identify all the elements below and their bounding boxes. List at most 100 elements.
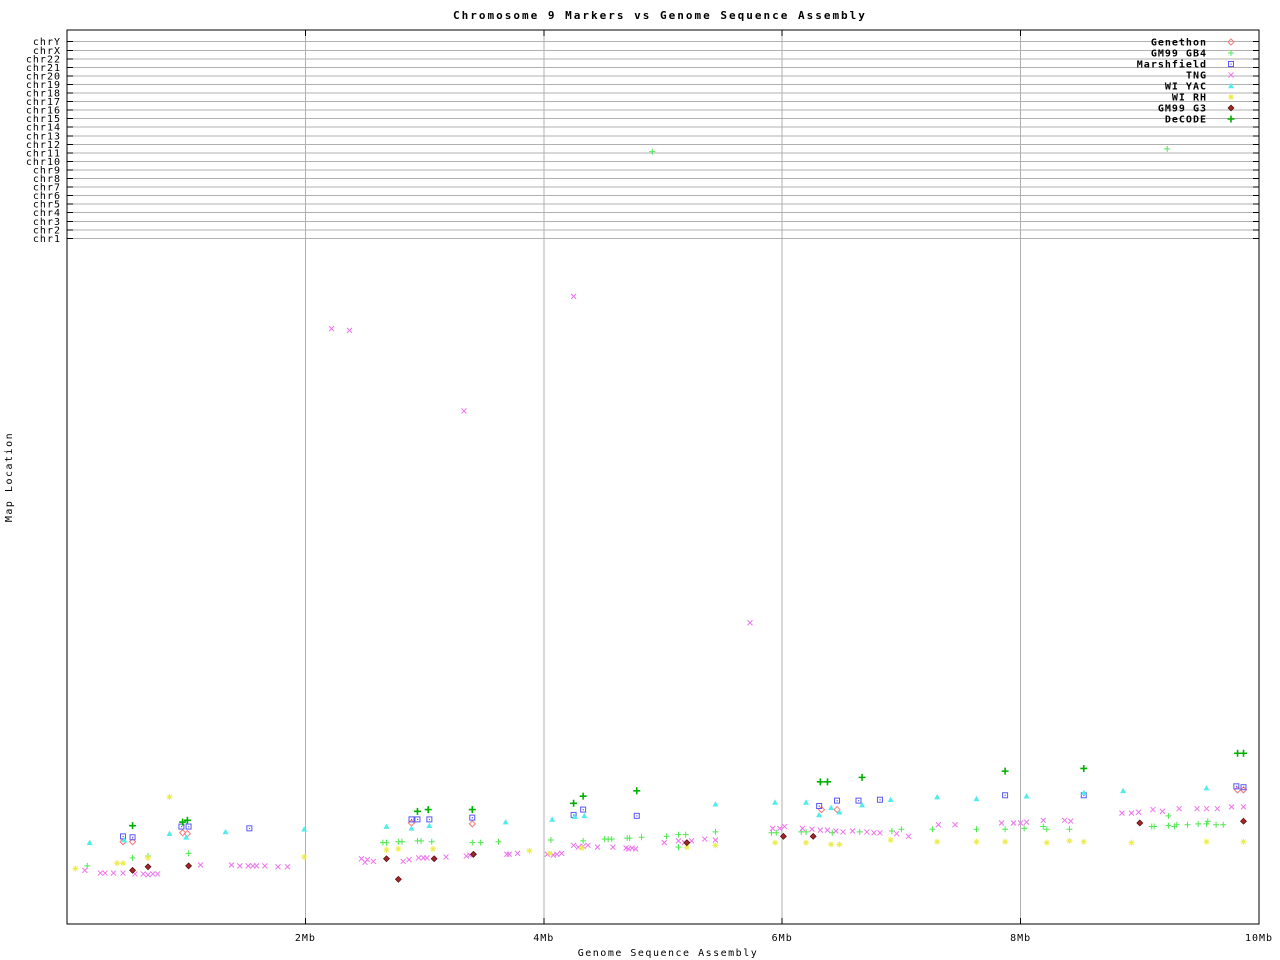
marker-x [253, 863, 260, 869]
marker-x [328, 325, 335, 332]
marker-x [140, 871, 147, 877]
series-gm99-gb4 [84, 145, 1227, 869]
marker-x [1135, 809, 1142, 816]
marker-x [629, 845, 635, 851]
marker-plus [477, 839, 484, 846]
marker-x [877, 829, 883, 836]
marker-x [747, 619, 753, 626]
marker-x [514, 850, 521, 857]
marker-x [400, 858, 406, 865]
marker-plus-bold [1227, 115, 1235, 123]
marker-x [245, 863, 252, 869]
marker-triangle [86, 839, 93, 845]
marker-x [632, 846, 639, 852]
marker-plus [649, 148, 656, 155]
marker-x [262, 863, 268, 869]
marker-plus [428, 838, 435, 845]
marker-filled-diamond [683, 839, 691, 847]
marker-asterisk [526, 847, 533, 854]
marker-x [776, 825, 783, 832]
marker-asterisk [803, 839, 810, 846]
marker-asterisk [887, 836, 894, 843]
x-tick-label: 6Mb [772, 933, 793, 944]
marker-x [1128, 810, 1135, 816]
marker-x [781, 823, 788, 830]
marker-x [1010, 820, 1017, 826]
marker-filled-diamond [129, 866, 136, 874]
marker-x [675, 838, 682, 844]
marker-triangle [712, 801, 719, 807]
marker-asterisk [429, 845, 436, 852]
marker-triangle [803, 799, 810, 805]
marker-plus [856, 828, 863, 835]
marker-x [998, 820, 1005, 826]
marker-triangle [301, 826, 308, 832]
marker-asterisk [145, 854, 152, 861]
marker-x [1150, 806, 1156, 813]
series-tng [82, 293, 1247, 878]
marker-x [443, 854, 449, 860]
marker-plus [1184, 821, 1191, 828]
marker-triangle [549, 816, 556, 822]
marker-x [1061, 817, 1068, 824]
y-axis-label: Map Location [4, 432, 15, 522]
marker-asterisk [772, 839, 779, 846]
marker-plus [418, 837, 425, 844]
marker-x [149, 871, 156, 877]
marker-triangle [1023, 793, 1030, 799]
marker-x [275, 863, 281, 870]
marker-plus-bold [424, 806, 432, 814]
marker-plus-bold [816, 778, 824, 786]
marker-plus [663, 833, 670, 840]
marker-triangle [581, 812, 588, 819]
marker-x [554, 851, 560, 858]
marker-plus-bold [413, 807, 421, 815]
marker-triangle [183, 834, 190, 840]
x-axis-label: Genome Sequence Assembly [578, 948, 759, 959]
marker-triangle [1080, 789, 1087, 795]
marker-square-dot [582, 809, 584, 811]
marker-square-dot [416, 818, 419, 821]
marker-asterisk [114, 860, 121, 867]
marker-square-dot [1230, 63, 1232, 65]
marker-plus [495, 838, 502, 845]
marker-x [575, 844, 582, 850]
marker-plus-bold [633, 787, 641, 795]
marker-plus-bold [1001, 767, 1009, 775]
marker-x [769, 825, 776, 832]
marker-x [594, 844, 601, 850]
marker-triangle [973, 795, 980, 802]
marker-x [1176, 805, 1182, 812]
marker-square-dot [857, 800, 860, 802]
legend-label: DeCODE [1165, 115, 1207, 126]
marker-plus-bold [1080, 764, 1088, 772]
marker-triangle [571, 813, 578, 820]
plot-frame [66, 29, 1260, 925]
marker-asterisk [1080, 838, 1087, 845]
marker-plus [888, 828, 895, 835]
marker-square-dot [1243, 786, 1245, 788]
marker-asterisk [166, 794, 173, 801]
series-wi-rh [72, 794, 1247, 872]
marker-triangle [408, 825, 415, 831]
marker-triangle [1120, 787, 1127, 794]
marker-square-dot [471, 817, 473, 819]
marker-plus [1228, 50, 1234, 56]
marker-square-dot [132, 836, 134, 838]
marker-x [228, 862, 235, 868]
marker-x [1194, 805, 1200, 812]
marker-x [1040, 817, 1047, 824]
marker-filled-diamond [430, 855, 438, 863]
marker-x [849, 828, 856, 834]
marker-filled-diamond [144, 863, 152, 871]
marker-x [197, 862, 204, 868]
marker-plus-bold [579, 792, 587, 800]
tick-layer: chrYchrXchr22chr21chr20chr19chr18chr17ch… [26, 30, 1272, 944]
data-points-layer [72, 145, 1248, 883]
marker-filled-diamond [394, 875, 402, 883]
legend-item: Genethon [1151, 38, 1235, 49]
x-tick-label: 2Mb [295, 933, 316, 944]
marker-plus-bold [1234, 749, 1242, 757]
marker-asterisk [934, 838, 941, 845]
marker-asterisk [546, 850, 553, 857]
